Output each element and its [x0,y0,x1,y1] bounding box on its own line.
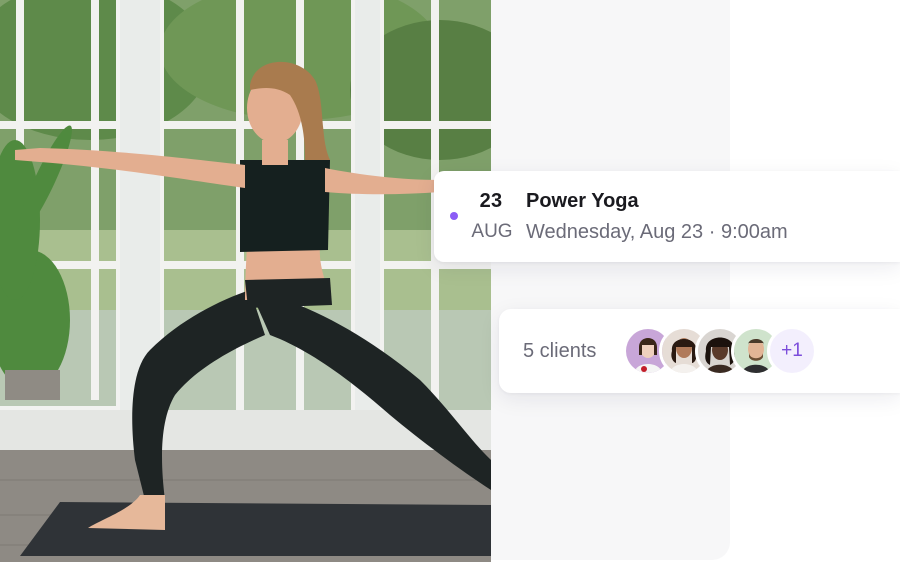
clients-card[interactable]: 5 clients +1 [499,309,900,393]
yoga-photo [0,0,491,562]
clients-count-label: 5 clients [523,340,597,362]
event-status-dot [450,212,458,220]
more-clients-badge[interactable]: +1 [767,326,817,376]
event-datetime: Wednesday, Aug 23 · 9:00am [526,221,788,243]
client-avatar-stack[interactable]: +1 [623,326,823,376]
event-day: 23 [479,190,503,212]
background-panel [470,0,730,560]
event-card[interactable]: 23 AUG Power Yoga Wednesday, Aug 23 · 9:… [434,171,900,262]
event-title: Power Yoga [526,190,639,212]
event-month: AUG [471,221,513,242]
